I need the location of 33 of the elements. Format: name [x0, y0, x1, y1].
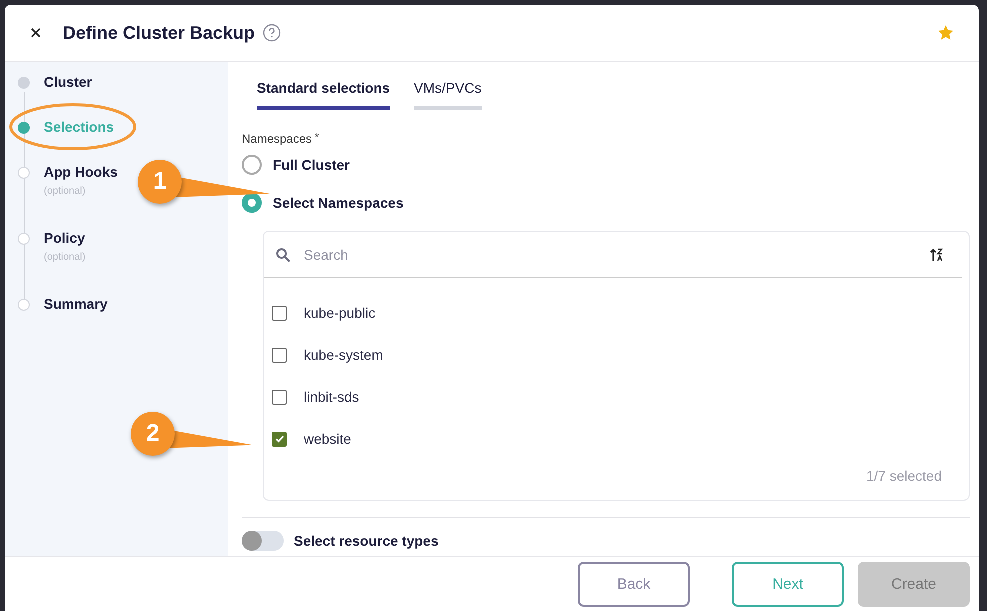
dialog-title: Define Cluster Backup: [63, 22, 256, 44]
field-label: Namespaces: [242, 132, 312, 146]
namespace-name: kube-public: [304, 305, 376, 321]
help-icon[interactable]: [263, 24, 282, 42]
close-icon[interactable]: [31, 28, 41, 38]
radio-button[interactable]: [242, 155, 262, 175]
search-icon: [276, 248, 290, 262]
namespace-name: kube-system: [304, 347, 384, 363]
radio-button[interactable]: [242, 193, 262, 213]
sort-icon[interactable]: [930, 248, 944, 262]
tab[interactable]: VMs/PVCs: [414, 78, 482, 110]
selection-count: 1/7 selected: [866, 467, 943, 486]
step-hint: (optional): [44, 252, 86, 263]
namespace-name: website: [304, 431, 352, 447]
radio-label: Select Namespaces: [273, 195, 404, 211]
checkmark-icon: [274, 434, 284, 444]
step-label[interactable]: Policy: [44, 230, 86, 246]
required-mark: *: [315, 132, 320, 146]
step-label[interactable]: App Hooks: [44, 164, 118, 180]
checkbox[interactable]: [272, 306, 287, 320]
step-label[interactable]: Summary: [44, 296, 108, 312]
star-icon[interactable]: [937, 24, 955, 42]
namespace-name: linbit-sds: [304, 389, 360, 405]
step-label[interactable]: Cluster: [44, 74, 92, 90]
step-hint: (optional): [44, 186, 87, 197]
checkbox[interactable]: [272, 390, 287, 404]
search-field[interactable]: Search: [302, 246, 918, 264]
tab[interactable]: Standard selections: [257, 78, 390, 110]
checkbox[interactable]: [272, 432, 287, 446]
radio-label: Full Cluster: [273, 157, 350, 173]
toggle-switch[interactable]: [242, 531, 284, 551]
checkbox[interactable]: [272, 348, 287, 362]
toggle-label: Select resource types: [294, 533, 439, 549]
